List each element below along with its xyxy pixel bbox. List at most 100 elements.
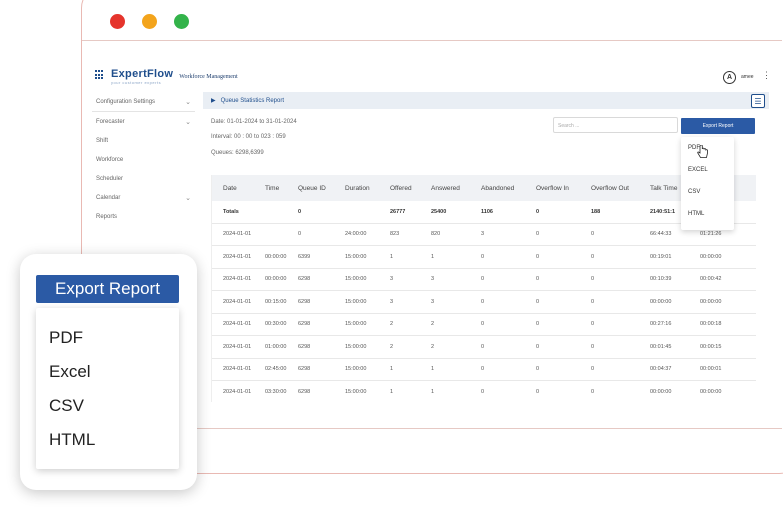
sidebar-item-reports[interactable]: Reports <box>92 207 195 226</box>
table-cell: 66:44:33 <box>650 231 672 238</box>
totals-row: Totals 0 26777 25400 1106 0 188 2140:51:1 <box>212 201 756 224</box>
chevron-down-icon: ⌄ <box>185 194 191 202</box>
table-cell: 2024-01-01 <box>223 276 252 283</box>
table-row: 2024-01-01 00:00:00 6399 15:00:00 1 1 0 0 0 00:19… <box>212 246 756 269</box>
table-cell: 0 <box>298 208 302 215</box>
table-cell: 2024-01-01 <box>223 343 252 350</box>
table-cell: 2024-01-01 <box>223 253 252 260</box>
table-cell: 00:00:00 <box>265 276 287 283</box>
export-option-html[interactable]: HTML <box>681 203 734 225</box>
column-header[interactable]: Overflow Out <box>591 185 650 192</box>
table-cell: 00:19:01 <box>650 253 672 260</box>
table-cell: 00:30:00 <box>265 321 287 328</box>
sidebar-item-label: Calendar <box>96 194 121 201</box>
export-report-button-zoomed[interactable]: Export Report <box>36 275 179 303</box>
sidebar-item-workforce[interactable]: Workforce <box>92 150 195 169</box>
table-cell: Totals <box>223 208 239 215</box>
table-cell: 0 <box>481 253 485 260</box>
hand-cursor-icon <box>697 145 708 158</box>
table-cell: 00:00:01 <box>700 366 722 373</box>
export-option-csv[interactable]: CSV <box>681 181 734 203</box>
window-maximize-dot[interactable] <box>174 14 189 29</box>
export-report-button[interactable]: Export Report <box>681 118 755 134</box>
table-cell: 0 <box>481 298 485 305</box>
table-cell: 2 <box>390 321 394 328</box>
browser-bottom-line <box>180 428 782 429</box>
table-cell: 0 <box>481 343 485 350</box>
table-cell: 00:27:16 <box>650 321 672 328</box>
table-cell: 00:01:45 <box>650 343 672 350</box>
table-cell: 0 <box>591 343 595 350</box>
table-cell: 1 <box>431 388 435 395</box>
table-cell: 00:00:00 <box>700 388 722 395</box>
report-title: Queue Statistics Report <box>220 97 284 104</box>
table-cell: 01:00:00 <box>265 343 287 350</box>
table-cell: 3 <box>431 298 435 305</box>
export-option-zoomed-html[interactable]: HTML <box>36 423 179 457</box>
sidebar-item-label: Forecaster <box>96 118 125 125</box>
column-header[interactable]: Overflow In <box>536 185 591 192</box>
column-header[interactable]: Answered <box>431 185 481 192</box>
table-cell: 0 <box>591 276 595 283</box>
table-cell: 823 <box>390 231 400 238</box>
table-cell: 0 <box>536 253 540 260</box>
sidebar-item-label: Workforce <box>96 156 124 163</box>
username[interactable]: amee <box>741 74 754 80</box>
user-avatar[interactable]: A <box>723 71 736 84</box>
table-cell: 00:00:00 <box>700 298 722 305</box>
sidebar-item-label: Shift <box>96 137 109 144</box>
table-cell: 0 <box>536 298 540 305</box>
table-cell: 188 <box>591 208 601 215</box>
sidebar-item-calendar[interactable]: Calendar ⌄ <box>92 188 195 207</box>
sidebar-item-forecaster[interactable]: Forecaster ⌄ <box>92 112 195 131</box>
table-row: 2024-01-01 02:45:00 6298 15:00:00 1 1 0 0 0 00:04… <box>212 359 756 381</box>
table-row: 2024-01-01 0 24:00:00 823 820 3 0 0 66:44:33 01:2… <box>212 224 756 246</box>
column-header[interactable]: Date <box>212 185 265 192</box>
window-close-dot[interactable] <box>110 14 125 29</box>
table-cell: 0 <box>591 231 595 238</box>
filter-settings-button[interactable]: ☰ <box>751 94 765 108</box>
table-cell: 0 <box>536 231 540 238</box>
sidebar-item-scheduler[interactable]: Scheduler <box>92 169 195 188</box>
export-option-zoomed-csv[interactable]: CSV <box>36 389 179 423</box>
logo-tagline: your customer experts <box>111 80 162 85</box>
table-row: 2024-01-01 01:00:00 6298 15:00:00 2 2 0 0 0 00:01… <box>212 336 756 359</box>
column-header[interactable]: Queue ID <box>298 185 345 192</box>
table-cell: 00:00:18 <box>700 321 722 328</box>
table-cell: 15:00:00 <box>345 276 367 283</box>
table-cell: 15:00:00 <box>345 298 367 305</box>
table-cell: 3 <box>390 276 394 283</box>
table-row: 2024-01-01 00:15:00 6298 15:00:00 3 3 0 0 0 00:00… <box>212 291 756 314</box>
interval-text: Interval: 00 : 00 to 023 : 059 <box>211 134 286 140</box>
table-cell: 00:00:00 <box>650 388 672 395</box>
column-header[interactable]: Duration <box>345 185 390 192</box>
date-range-text: Date: 01-01-2024 to 31-01-2024 <box>211 119 297 125</box>
column-header[interactable]: Offered <box>390 185 431 192</box>
table-body: Totals 0 26777 25400 1106 0 188 2140:51:1 2024-0… <box>212 201 756 402</box>
table-cell: 6298 <box>298 366 311 373</box>
table-cell: 01:21:26 <box>700 231 722 238</box>
table-cell: 1 <box>390 253 394 260</box>
column-header[interactable]: Time <box>265 185 298 192</box>
table-cell: 0 <box>591 366 595 373</box>
table-cell: 15:00:00 <box>345 253 367 260</box>
kebab-menu-icon[interactable]: ⋮ <box>762 71 771 80</box>
column-header[interactable]: Abandoned <box>481 185 536 192</box>
sidebar-item-shift[interactable]: Shift <box>92 131 195 150</box>
table-cell: 0 <box>536 366 540 373</box>
export-option-zoomed-pdf[interactable]: PDF <box>36 321 179 355</box>
table-cell: 0 <box>298 231 302 238</box>
table-cell: 1 <box>390 366 394 373</box>
export-option-zoomed-excel[interactable]: Excel <box>36 355 179 389</box>
export-option-excel[interactable]: EXCEL <box>681 159 734 181</box>
table-cell: 0 <box>481 276 485 283</box>
sidebar-item-configuration-settings[interactable]: Configuration Settings ⌄ <box>92 92 195 111</box>
table-row: 2024-01-01 00:00:00 6298 15:00:00 3 3 0 0 0 00:10… <box>212 269 756 291</box>
window-minimize-dot[interactable] <box>142 14 157 29</box>
table-cell: 3 <box>390 298 394 305</box>
app-logo[interactable]: ExpertFlow your customer experts Workfor… <box>95 69 238 85</box>
table-cell: 2 <box>390 343 394 350</box>
search-input[interactable]: Search ... <box>553 117 678 133</box>
table-cell: 6399 <box>298 253 311 260</box>
table-cell: 00:15:00 <box>265 298 287 305</box>
